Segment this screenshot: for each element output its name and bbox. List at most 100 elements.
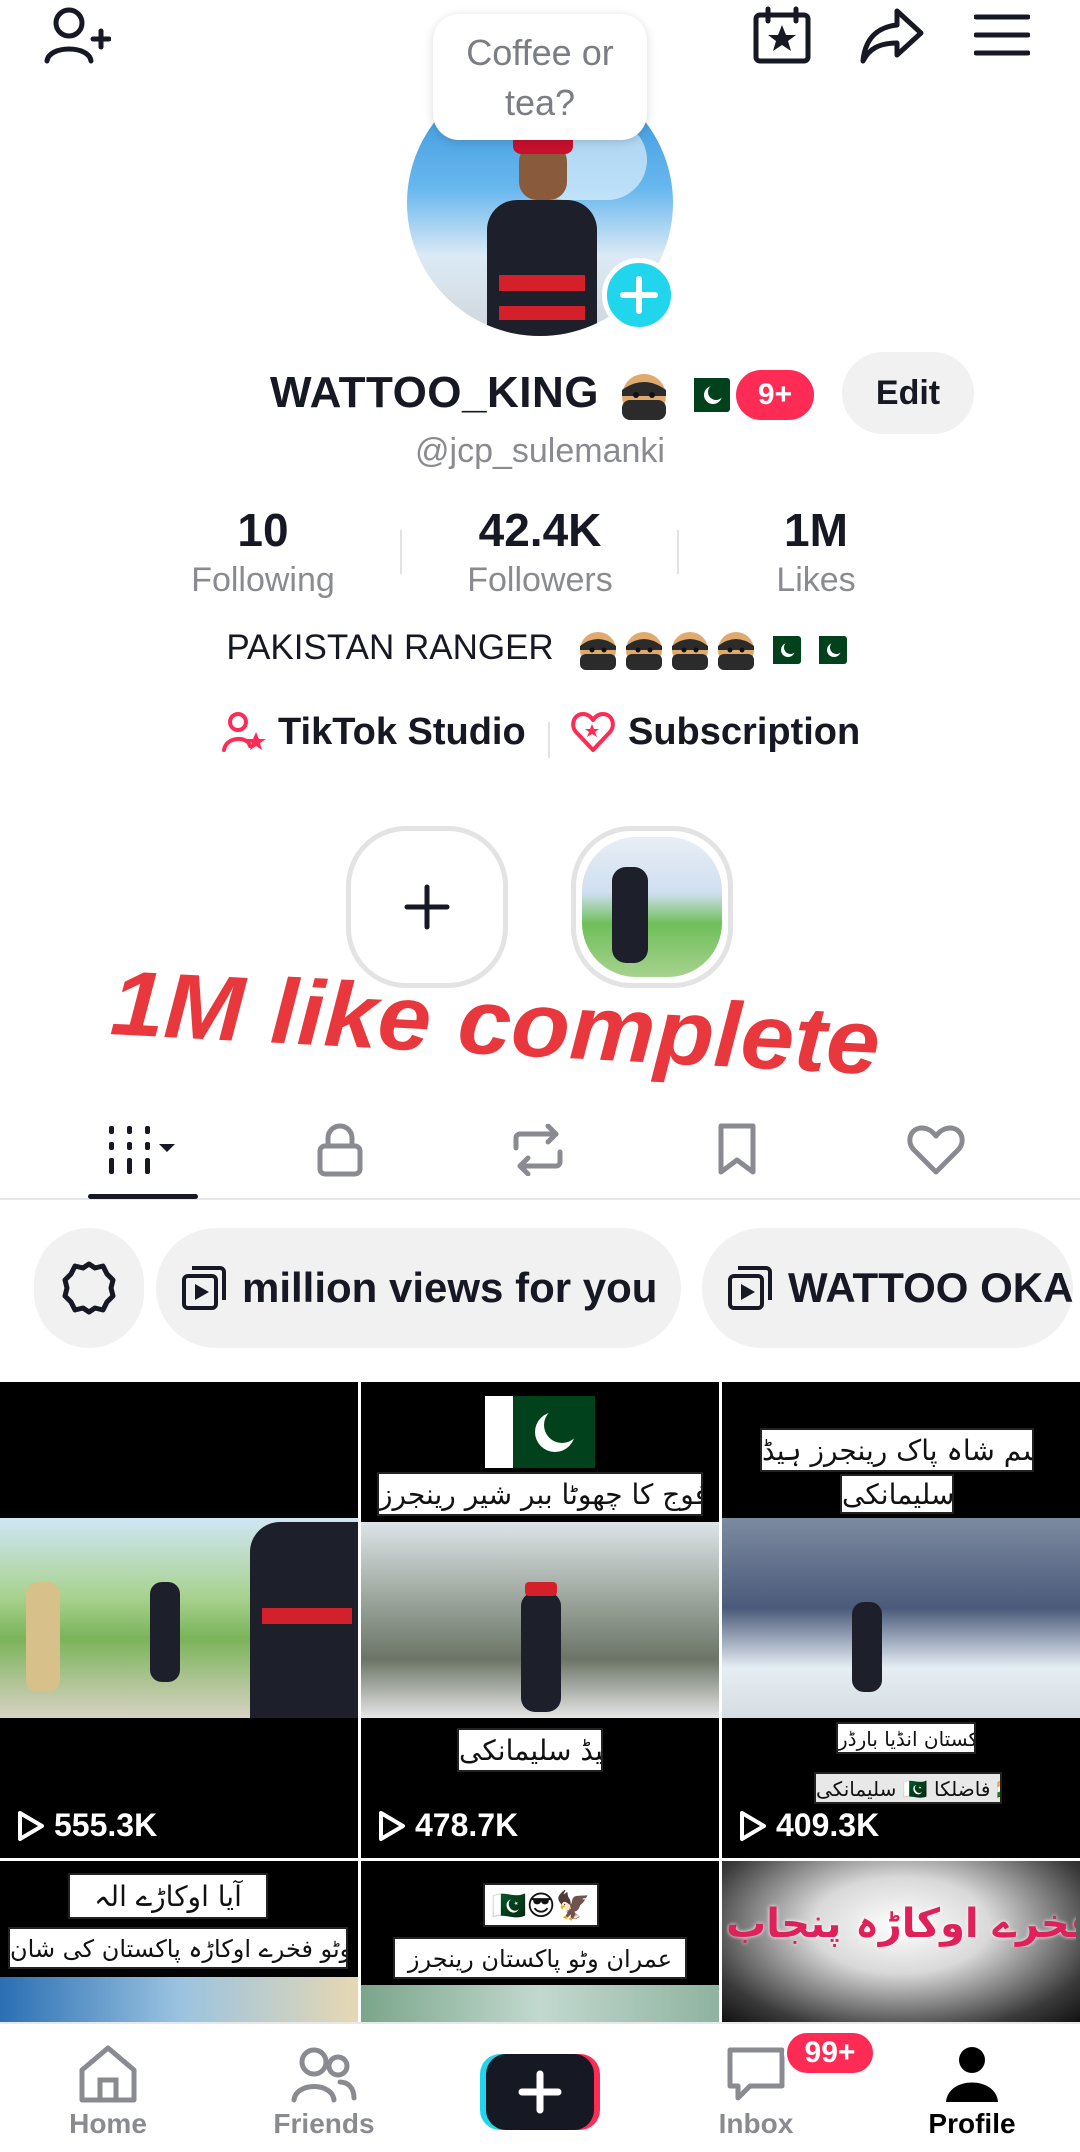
playlist-chip-label: WATTOO OKA bbox=[788, 1264, 1074, 1311]
followers-label: Followers bbox=[467, 561, 613, 599]
view-count: 555.3K bbox=[16, 1807, 157, 1844]
playlist-icon bbox=[728, 1266, 772, 1310]
nav-inbox-label: Inbox bbox=[718, 2108, 794, 2139]
followers-stat[interactable]: 42.4K Followers bbox=[420, 500, 660, 600]
add-story-button[interactable] bbox=[602, 258, 676, 332]
tiktok-studio-link[interactable]: TikTok Studio bbox=[222, 710, 526, 754]
following-label: Following bbox=[191, 561, 335, 599]
ninja-emoji bbox=[672, 632, 708, 670]
lock-icon bbox=[317, 1123, 363, 1177]
video-caption: عمران وٹو پاکستان رینجرز bbox=[393, 1937, 687, 1979]
studio-person-star-icon bbox=[222, 712, 266, 752]
subscription-link[interactable]: Subscription bbox=[570, 710, 860, 754]
video-thumbnail[interactable]: قاسم شاہ پاک رینجرز ہیڈ سلیمانکی پاکستان… bbox=[722, 1382, 1080, 1858]
overlay-text: 1M like complete bbox=[110, 955, 882, 1094]
create-button[interactable] bbox=[480, 2054, 600, 2130]
playlist-icon bbox=[182, 1266, 226, 1310]
play-icon bbox=[740, 1810, 766, 1841]
reposts-tab[interactable] bbox=[438, 1100, 638, 1200]
calendar-star-icon[interactable] bbox=[742, 0, 822, 70]
content-tabs bbox=[0, 1100, 1080, 1200]
ninja-emoji bbox=[718, 632, 754, 670]
video-thumbnail[interactable]: پاک فوج کا چھوٹا ببر شیر رینجرز ہیڈ سلیم… bbox=[361, 1382, 719, 1858]
nav-profile[interactable]: Profile bbox=[882, 2024, 1062, 2152]
home-icon bbox=[79, 2045, 137, 2103]
pakistan-flag-emoji bbox=[680, 370, 732, 420]
inbox-badge: 99+ bbox=[784, 2030, 876, 2076]
video-caption: پاکستان انڈیا بارڈر bbox=[836, 1722, 976, 1754]
video-caption: 🇵🇰😎🦅 bbox=[483, 1883, 599, 1927]
divider bbox=[677, 530, 679, 574]
share-icon[interactable] bbox=[852, 0, 932, 70]
plus-icon bbox=[620, 276, 658, 314]
video-figure-cap bbox=[525, 1582, 557, 1596]
video-caption: پاک فوج کا چھوٹا ببر شیر رینجرز bbox=[377, 1472, 703, 1516]
video-thumbnail[interactable]: 555.3K bbox=[0, 1382, 358, 1858]
view-count-value: 478.7K bbox=[415, 1807, 519, 1843]
pakistan-flag-emoji bbox=[763, 636, 801, 664]
menu-icon[interactable] bbox=[962, 0, 1042, 70]
nav-friends[interactable]: Friends bbox=[234, 2024, 414, 2152]
username-handle: @jcp_sulemanki bbox=[415, 432, 665, 470]
ninja-emoji bbox=[618, 370, 670, 420]
display-name: WATTOO_KING bbox=[270, 368, 599, 417]
video-caption: عمران وٹو فخرے اوکاڑہ پنجاب bbox=[726, 1901, 1076, 1947]
name-row: WATTOO_KING 9+ Edit bbox=[0, 350, 1080, 436]
video-scene bbox=[0, 1977, 358, 2022]
following-stat[interactable]: 10 Following bbox=[143, 500, 383, 600]
plus-icon bbox=[404, 884, 450, 930]
settings-chip[interactable] bbox=[34, 1228, 144, 1348]
video-caption: سلیمانکی 🇵🇰 فاضلکا 🇮🇳 bbox=[814, 1772, 1002, 1804]
video-figure bbox=[852, 1602, 882, 1692]
playlist-chip[interactable]: WATTOO OKA bbox=[702, 1228, 1074, 1348]
bio: PAKISTAN RANGER bbox=[0, 628, 1080, 668]
playlist-chip[interactable]: million views for you bbox=[156, 1228, 682, 1348]
following-count: 10 bbox=[237, 504, 289, 556]
ninja-emoji bbox=[626, 632, 662, 670]
bottom-nav: Home Friends Inbox Profile bbox=[0, 2022, 1080, 2152]
pakistan-flag-emoji bbox=[809, 636, 847, 664]
view-count: 409.3K bbox=[738, 1807, 879, 1844]
edit-profile-button[interactable]: Edit bbox=[842, 352, 974, 434]
video-caption: ہیڈ سلیمانکی bbox=[457, 1728, 603, 1772]
divider bbox=[548, 722, 550, 758]
active-tab-indicator bbox=[88, 1194, 198, 1199]
video-thumbnail[interactable]: آیا اوکاڑے الہ عمران وٹو فخرے اوکاڑہ پاک… bbox=[0, 1861, 358, 2022]
bio-text: PAKISTAN RANGER bbox=[226, 628, 554, 667]
inbox-icon bbox=[727, 2047, 785, 2101]
video-sash bbox=[262, 1608, 352, 1624]
play-icon bbox=[18, 1810, 44, 1841]
likes-label: Likes bbox=[776, 561, 856, 599]
status-bubble[interactable]: Coffee or tea? bbox=[433, 14, 647, 140]
nav-home-label: Home bbox=[69, 2108, 147, 2139]
video-thumbnail[interactable]: عمران وٹو فخرے اوکاڑہ پنجاب bbox=[722, 1861, 1080, 2022]
favorites-tab[interactable] bbox=[637, 1100, 837, 1200]
overlay-sticker-text: 1M like complete bbox=[110, 955, 882, 1094]
friends-icon bbox=[291, 2047, 357, 2103]
video-caption: عمران وٹو فخرے اوکاڑہ پاکستان کی شان bbox=[8, 1927, 348, 1969]
divider bbox=[400, 530, 402, 574]
nav-profile-label: Profile bbox=[928, 2108, 1016, 2139]
video-scene bbox=[361, 1985, 719, 2022]
notification-badge[interactable]: 9+ bbox=[736, 370, 814, 420]
likes-stat[interactable]: 1M Likes bbox=[696, 500, 936, 600]
video-thumbnail[interactable]: 🇵🇰😎🦅 عمران وٹو پاکستان رینجرز bbox=[361, 1861, 719, 2022]
pakistan-flag-image bbox=[485, 1396, 595, 1468]
liked-tab[interactable] bbox=[836, 1100, 1036, 1200]
nav-friends-label: Friends bbox=[273, 2108, 375, 2139]
nav-home[interactable]: Home bbox=[18, 2024, 198, 2152]
profile-icon bbox=[946, 2047, 998, 2102]
view-count-value: 555.3K bbox=[54, 1807, 158, 1843]
followers-count: 42.4K bbox=[478, 504, 602, 556]
videos-tab[interactable] bbox=[43, 1100, 243, 1200]
private-tab[interactable] bbox=[240, 1100, 440, 1200]
heart-icon bbox=[907, 1125, 965, 1175]
playlist-chips: million views for you WATTOO OKA bbox=[0, 1228, 1080, 1352]
profile-stats: 10 Following 42.4K Followers 1M Likes bbox=[0, 500, 1080, 610]
video-caption: قاسم شاہ پاک رینجرز ہیڈ bbox=[760, 1428, 1034, 1472]
add-friend-icon[interactable] bbox=[36, 0, 116, 70]
subscription-heart-icon bbox=[571, 712, 615, 752]
video-scene bbox=[722, 1518, 1080, 1718]
video-figure bbox=[150, 1582, 180, 1682]
bio-emojis bbox=[578, 630, 848, 674]
